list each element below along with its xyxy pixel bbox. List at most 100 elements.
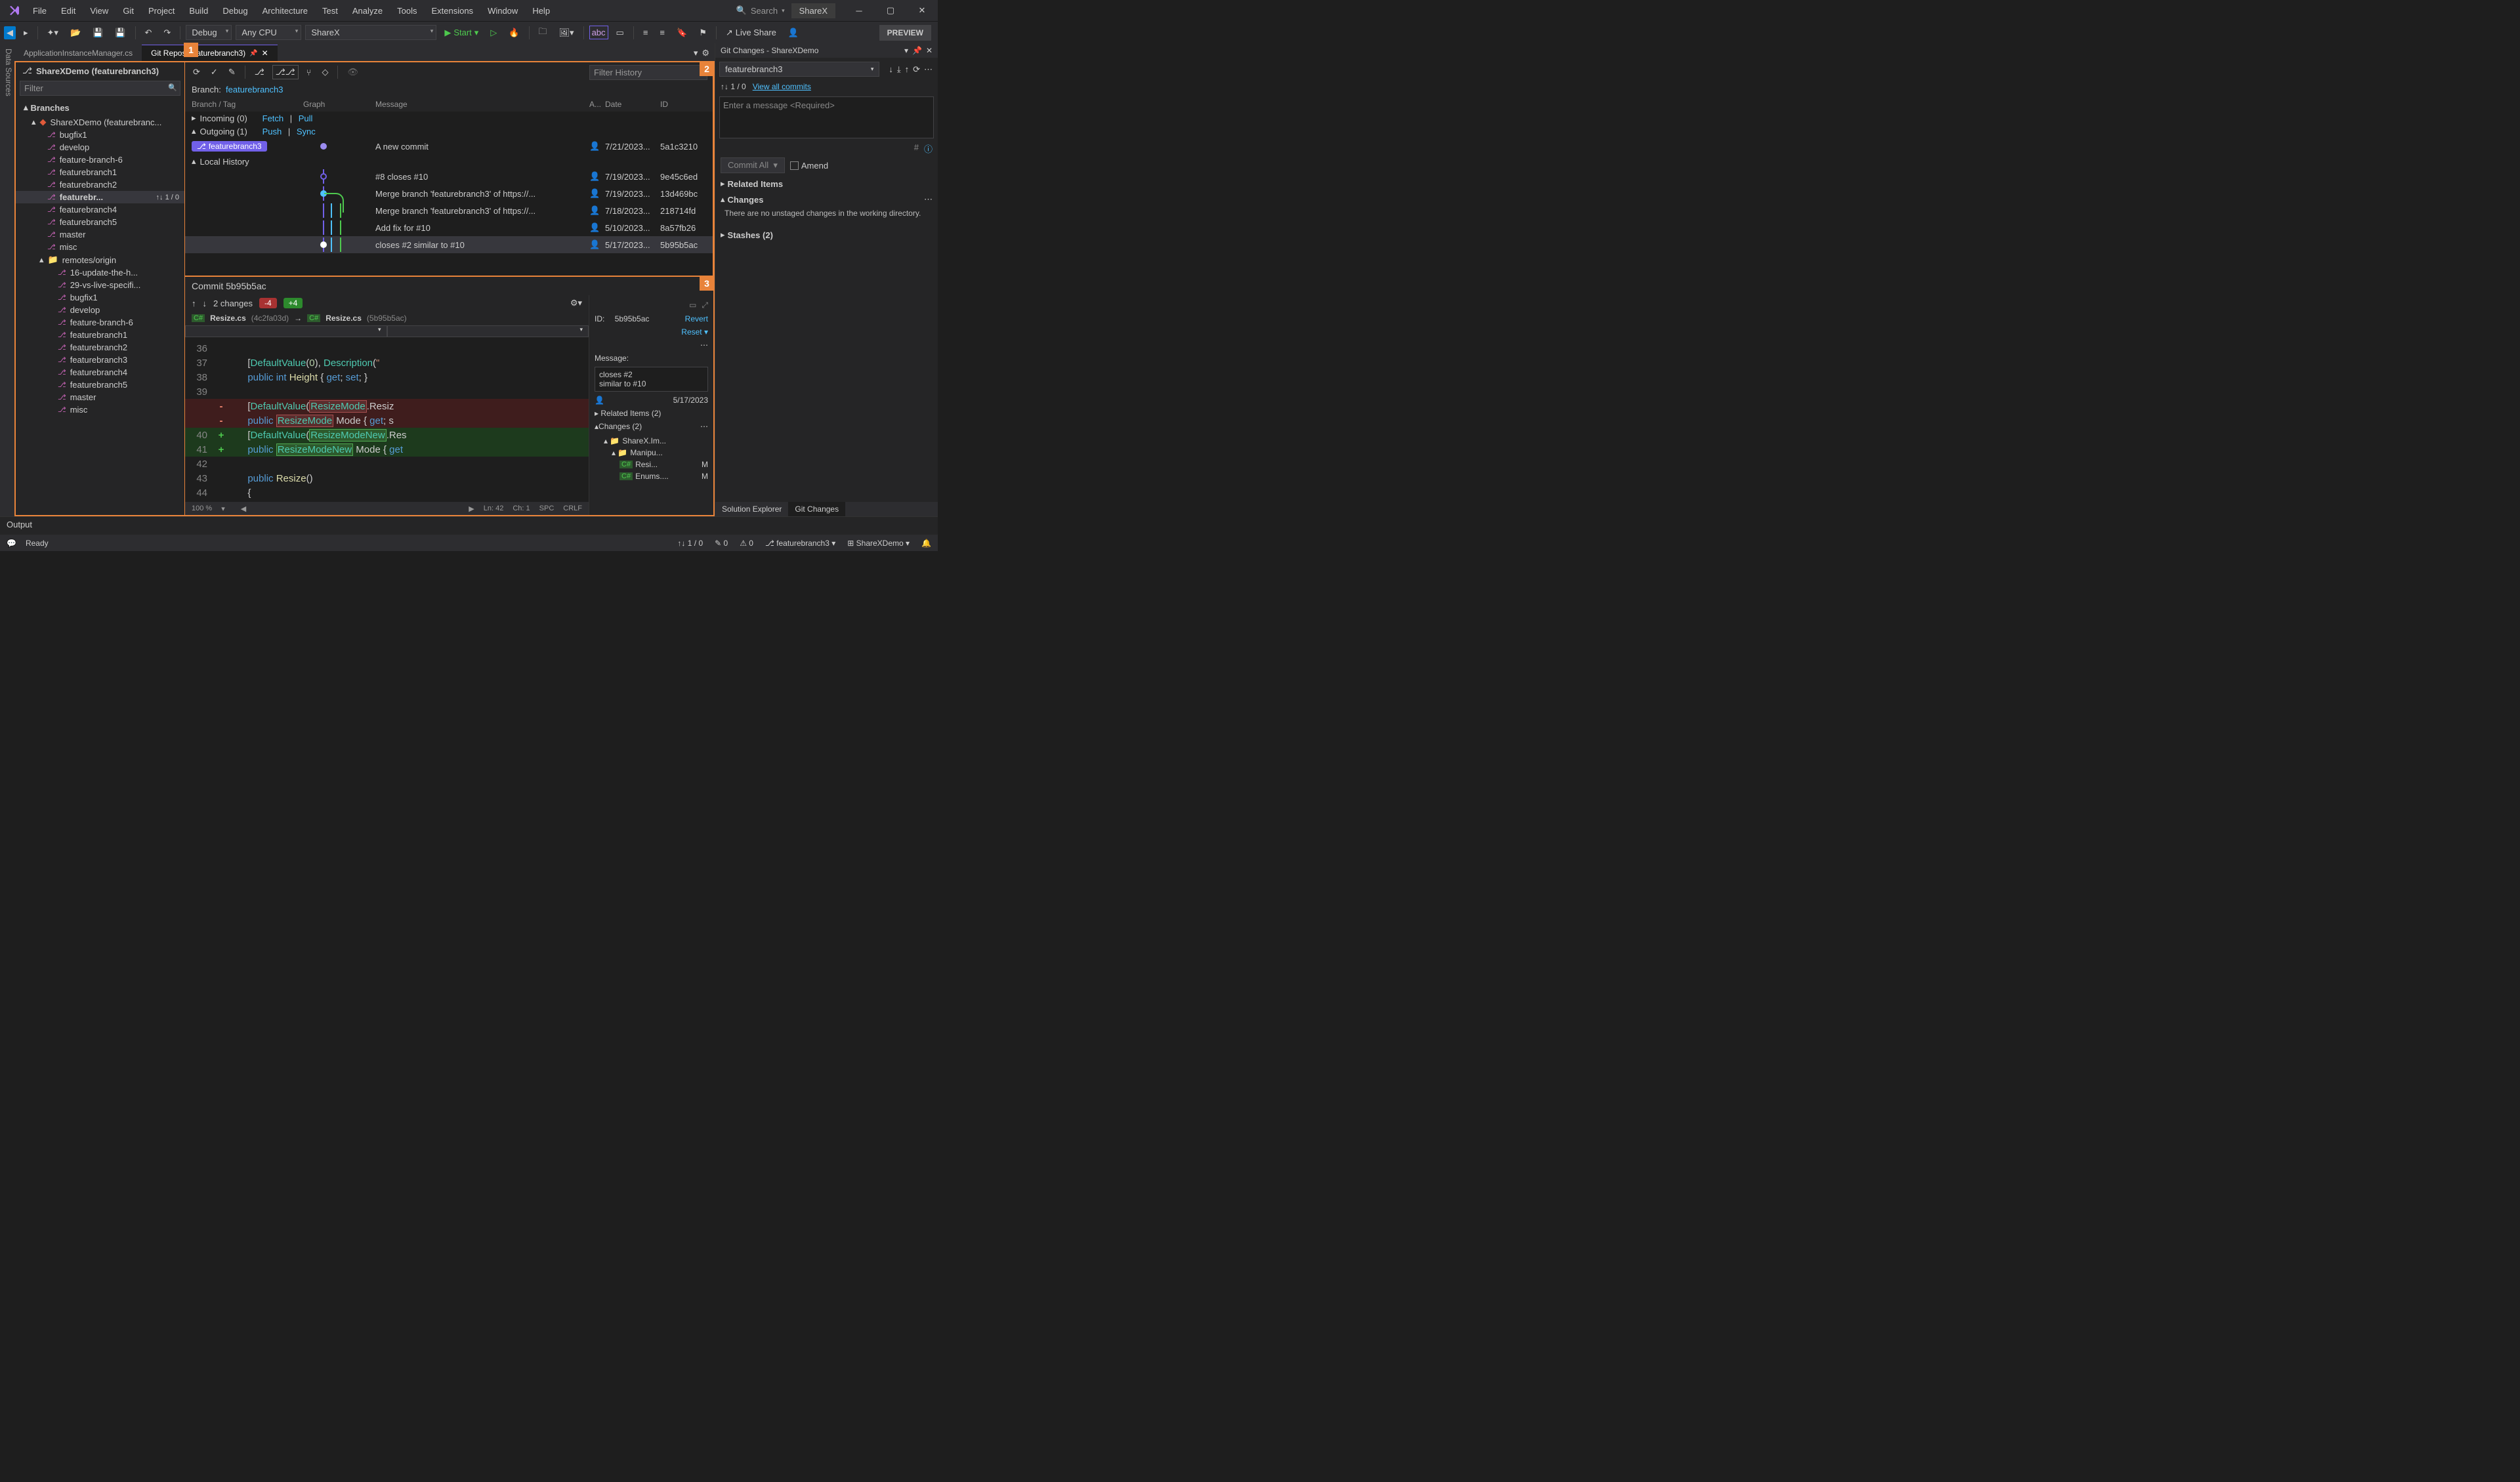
refresh-icon[interactable]: ⟳ (190, 66, 203, 79)
gear-icon[interactable]: ⚙▾ (570, 298, 582, 308)
maximize-button[interactable]: ▢ (877, 1, 904, 20)
image-tool-icon[interactable]: 🖼▾ (555, 26, 578, 40)
branch-filter-icon[interactable]: ⎇ (252, 66, 267, 79)
remote-branch-item[interactable]: ⎇16-update-the-h... (16, 266, 184, 279)
menu-edit[interactable]: Edit (54, 3, 82, 18)
start-no-debug-button[interactable]: ▷ (486, 26, 501, 40)
tab-overflow-icon[interactable]: ▾ (694, 48, 698, 58)
tab-solution-explorer[interactable]: Solution Explorer (715, 502, 788, 516)
checkmark-icon[interactable]: ✓ (208, 66, 220, 79)
related-items-section[interactable]: ▸ Related Items (2) (595, 409, 708, 418)
tool-icon[interactable]: ▭ (612, 26, 628, 40)
combo-right[interactable]: ▾ (387, 325, 589, 337)
data-sources-rail[interactable]: Data Sources (0, 43, 14, 516)
branch-item[interactable]: ⎇misc (16, 241, 184, 253)
menu-debug[interactable]: Debug (216, 3, 254, 18)
status-warnings[interactable]: ⚠ 0 (740, 539, 753, 548)
menu-architecture[interactable]: Architecture (256, 3, 314, 18)
visibility-icon[interactable]: 👁 (345, 66, 361, 79)
remote-branch-item[interactable]: ⎇misc (16, 403, 184, 416)
info-icon[interactable]: ⓘ (924, 142, 933, 155)
fetch-link[interactable]: Fetch (262, 113, 284, 123)
outdent-icon[interactable]: ≡ (656, 26, 669, 39)
remote-branch-item[interactable]: ⎇bugfix1 (16, 291, 184, 304)
platform-combo[interactable]: Any CPU (236, 25, 301, 40)
expand-icon[interactable]: ⤢ (702, 300, 708, 310)
next-change-icon[interactable]: ↓ (203, 298, 207, 308)
merge-icon[interactable]: ⑂ (304, 66, 314, 79)
remote-branch-item[interactable]: ⎇featurebranch3 (16, 354, 184, 366)
remote-branch-item[interactable]: ⎇feature-branch-6 (16, 316, 184, 329)
related-items-section[interactable]: ▸ Related Items (715, 176, 938, 192)
fetch-icon[interactable]: ↓ (889, 64, 893, 74)
menu-analyze[interactable]: Analyze (346, 3, 389, 18)
commit-row[interactable]: Merge branch 'featurebranch3' of https:/… (185, 202, 713, 219)
branch-item[interactable]: ⎇master (16, 228, 184, 241)
branches-node[interactable]: ▴ Branches (16, 100, 184, 115)
menu-test[interactable]: Test (316, 3, 345, 18)
hash-icon[interactable]: # (914, 142, 919, 155)
edit-icon[interactable]: ✎ (226, 66, 238, 79)
branch-filter-input[interactable]: Filter (20, 81, 180, 96)
nav-back-button[interactable]: ◀ (4, 26, 16, 39)
redo-button[interactable]: ↷ (159, 26, 175, 40)
combo-left[interactable]: ▾ (185, 325, 387, 337)
tab-git-changes[interactable]: Git Changes (788, 502, 845, 516)
menu-help[interactable]: Help (526, 3, 556, 18)
search-box[interactable]: 🔍 Search ▾ (736, 5, 785, 16)
more-icon[interactable]: ⋯ (924, 194, 933, 205)
changes-section[interactable]: ▴ Changes⋯ (715, 192, 938, 207)
menu-view[interactable]: View (83, 3, 115, 18)
close-button[interactable]: ✕ (909, 1, 935, 20)
prev-change-icon[interactable]: ↑ (192, 298, 196, 308)
more-icon[interactable]: ⋯ (595, 340, 708, 350)
branch-item[interactable]: ⎇develop (16, 141, 184, 154)
reset-link[interactable]: Reset ▾ (681, 327, 708, 337)
push-link[interactable]: Push (262, 127, 282, 136)
target-combo[interactable]: ShareX (305, 25, 436, 40)
menu-window[interactable]: Window (481, 3, 524, 18)
pin-icon[interactable]: 📌 (249, 50, 257, 57)
zoom-level[interactable]: 100 % (192, 504, 212, 512)
tree-folder[interactable]: ▴ 📁 ShareX.Im... (595, 435, 708, 447)
branch-item[interactable]: ⎇featurebranch4 (16, 203, 184, 216)
remote-branch-item[interactable]: ⎇develop (16, 304, 184, 316)
pull-icon[interactable]: ⤓ (897, 64, 901, 75)
remote-branch-item[interactable]: ⎇featurebranch1 (16, 329, 184, 341)
remote-branch-item[interactable]: ⎇29-vs-live-specifi... (16, 279, 184, 291)
open-button[interactable]: 📂 (66, 26, 85, 40)
status-commits[interactable]: ↑↓ 1 / 0 (677, 539, 703, 548)
sync-link[interactable]: Sync (297, 127, 316, 136)
branch-selector[interactable]: featurebranch3 (719, 62, 879, 77)
tab-close-icon[interactable]: ✕ (262, 49, 268, 58)
save-button[interactable]: 💾 (89, 26, 107, 40)
push-icon[interactable]: ↑ (905, 64, 910, 74)
menu-extensions[interactable]: Extensions (425, 3, 480, 18)
commit-row[interactable]: Merge branch 'featurebranch3' of https:/… (185, 185, 713, 202)
preview-button[interactable]: PREVIEW (879, 25, 931, 41)
outgoing-section[interactable]: ▴ Outgoing (1) Push | Sync (185, 125, 713, 138)
flag-icon[interactable]: ⚑ (695, 26, 711, 40)
save-all-button[interactable]: 💾 (111, 26, 129, 40)
feedback-icon[interactable]: 👤 (784, 26, 803, 40)
menu-tools[interactable]: Tools (390, 3, 423, 18)
commit-message-input[interactable]: Enter a message <Required> (719, 96, 934, 138)
menu-build[interactable]: Build (182, 3, 215, 18)
dropdown-icon[interactable]: ▾ (904, 46, 908, 55)
status-branch[interactable]: ⎇ featurebranch3 ▾ (765, 539, 835, 548)
gear-icon[interactable]: ⚙ (702, 48, 709, 58)
abc-spell-icon[interactable]: abc (589, 26, 608, 39)
view-all-commits-link[interactable]: View all commits (753, 82, 811, 91)
commit-row[interactable]: Add fix for #10👤5/10/2023...8a57fb26 (185, 219, 713, 236)
sync-icon[interactable]: ⟳ (913, 64, 920, 75)
pin-icon[interactable]: 📌 (912, 46, 922, 55)
undo-button[interactable]: ↶ (141, 26, 156, 40)
live-share-button[interactable]: ↗ Live Share (722, 26, 780, 40)
history-filter-input[interactable]: Filter History (589, 65, 707, 80)
branch-link[interactable]: featurebranch3 (226, 85, 283, 94)
new-item-button[interactable]: ✦▾ (43, 26, 62, 40)
tree-file[interactable]: C# Resi...M (595, 459, 708, 470)
more-icon[interactable]: ⋯ (700, 422, 708, 431)
tree-folder[interactable]: ▴ 📁 Manipu... (595, 447, 708, 459)
incoming-section[interactable]: ▸ Incoming (0) Fetch | Pull (185, 112, 713, 125)
